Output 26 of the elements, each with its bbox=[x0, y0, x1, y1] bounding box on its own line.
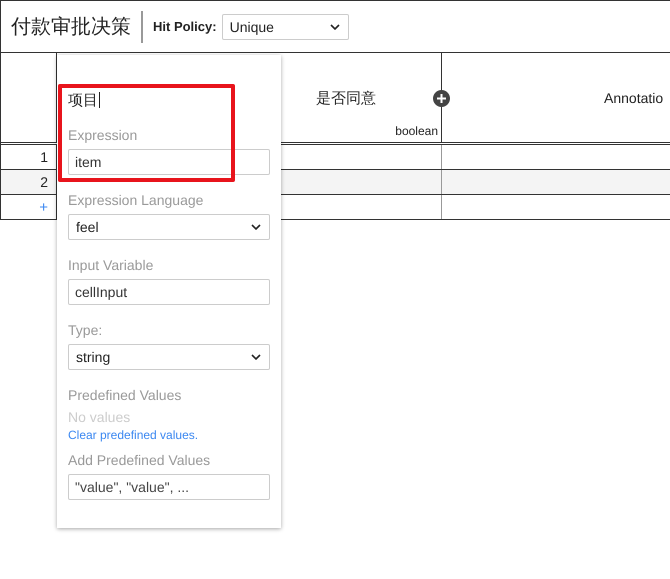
input-field[interactable]: item bbox=[68, 149, 270, 175]
field-label: Expression Language bbox=[68, 191, 204, 210]
hit-policy-label: Hit Policy: bbox=[153, 19, 217, 34]
output-label: 是否同意 bbox=[316, 89, 376, 108]
chevron-icon bbox=[251, 354, 261, 360]
annotation-header: Annotatio bbox=[604, 90, 664, 106]
section-label: Predefined Values bbox=[68, 386, 182, 405]
column-name-field[interactable]: 项目 bbox=[68, 89, 270, 111]
field-label: Expression bbox=[68, 126, 138, 145]
chevron-icon bbox=[330, 24, 340, 30]
add-row-button[interactable]: + bbox=[39, 198, 48, 216]
row-number: 1 bbox=[40, 149, 48, 165]
select-field[interactable]: feel bbox=[68, 214, 270, 240]
type-label: boolean bbox=[395, 124, 438, 138]
table-title: 付款审批决策 bbox=[11, 13, 131, 40]
input-field[interactable]: "value", "value", ... bbox=[68, 474, 270, 500]
field-label: Type: bbox=[68, 321, 104, 340]
field-label: Input Variable bbox=[68, 256, 154, 275]
clear-link[interactable]: Clear predefined values. bbox=[68, 428, 270, 442]
field-label: Add Predefined Values bbox=[68, 451, 212, 470]
row-number: 2 bbox=[40, 174, 48, 190]
add-column-icon[interactable] bbox=[433, 90, 450, 107]
hit-policy-select[interactable]: Unique bbox=[222, 14, 349, 40]
select-field[interactable]: string bbox=[68, 344, 270, 370]
chevron-icon bbox=[251, 224, 261, 230]
input-field[interactable]: cellInput bbox=[68, 279, 270, 305]
